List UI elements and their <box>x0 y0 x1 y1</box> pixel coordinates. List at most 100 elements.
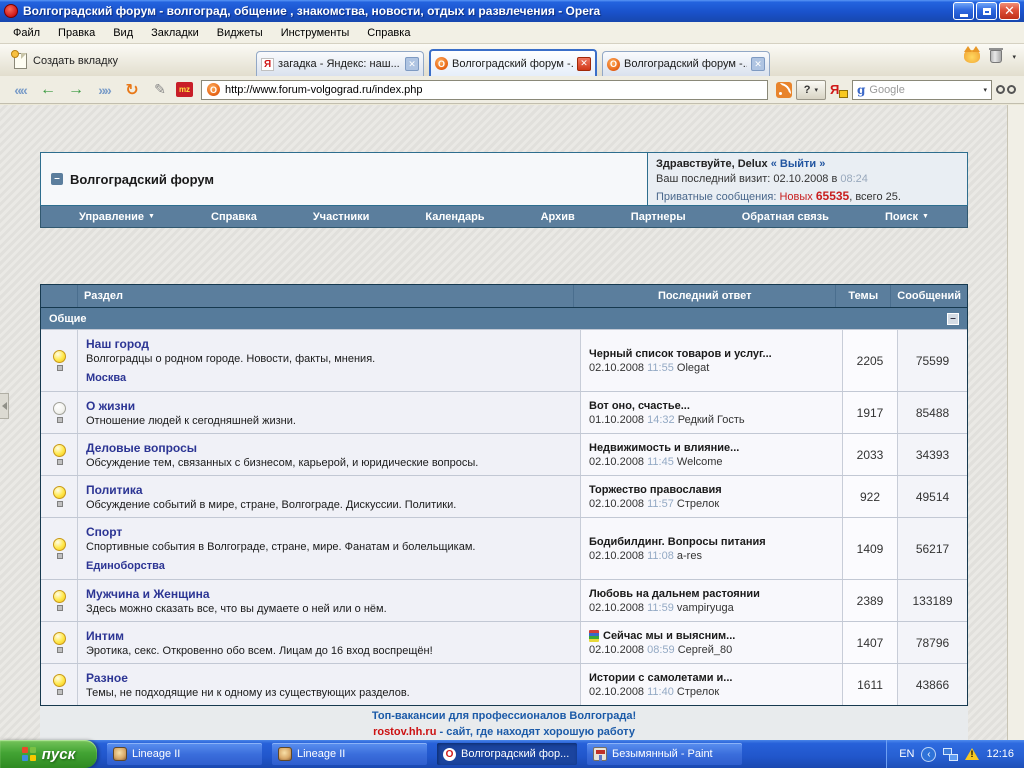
forum-cell: Разное Темы, не подходящие ни к одному и… <box>77 664 580 705</box>
nav-archive[interactable]: Архив <box>541 211 575 223</box>
forum-container: – Волгоградский форум Здравствуйте, Delu… <box>40 152 968 746</box>
last-post-cell: Черный список товаров и услуг... 02.10.2… <box>580 330 842 391</box>
back-button[interactable]: ← <box>36 79 60 101</box>
zoom-glasses-icon[interactable] <box>996 85 1016 94</box>
posts-count: 78796 <box>897 622 967 663</box>
new-tab-button[interactable]: Создать вкладку <box>6 47 126 75</box>
forum-link[interactable]: Деловые вопросы <box>86 441 572 455</box>
tab-close-icon[interactable]: ✕ <box>577 57 591 71</box>
dropdown-icon: ▼ <box>148 213 155 220</box>
forum-link[interactable]: О жизни <box>86 399 572 413</box>
menu-item-view[interactable]: Вид <box>104 24 142 42</box>
menu-item-file[interactable]: Файл <box>4 24 49 42</box>
subforum-link[interactable]: Единоборства <box>86 560 572 572</box>
rewind-button[interactable]: «« <box>8 79 32 101</box>
subforum-link[interactable]: Москва <box>86 372 572 384</box>
menu-item-help[interactable]: Справка <box>358 24 419 42</box>
help-button[interactable]: ? ▾ <box>796 80 826 100</box>
last-post-link[interactable]: Любовь на дальнем растоянии <box>589 588 760 600</box>
user-panel: Здравствуйте, Delux « Выйти » Ваш послед… <box>647 153 967 205</box>
close-button[interactable]: ✕ <box>999 2 1020 20</box>
titlebar: Волгоградский форум - волгоград, общение… <box>0 0 1024 22</box>
start-button[interactable]: пуск <box>0 740 97 768</box>
language-bar-icon[interactable]: ‹ <box>921 747 936 762</box>
url-input[interactable] <box>225 84 762 96</box>
page-content: – Волгоградский форум Здравствуйте, Delu… <box>0 105 1024 740</box>
nav-help[interactable]: Справка <box>211 211 257 223</box>
minimize-button[interactable] <box>953 2 974 20</box>
forum-description: Эротика, секс. Откровенно обо всем. Лица… <box>86 645 572 657</box>
forum-link[interactable]: Мужчина и Женщина <box>86 587 572 601</box>
forward-button[interactable]: → <box>64 79 88 101</box>
status-cell <box>41 580 77 621</box>
tab-close-icon[interactable]: ✕ <box>405 57 419 71</box>
nav-feedback[interactable]: Обратная связь <box>742 211 829 223</box>
posts-count: 43866 <box>897 664 967 705</box>
restore-button[interactable] <box>976 2 997 20</box>
tab-yandex[interactable]: Я загадка - Яндекс: наш... ✕ <box>256 51 424 76</box>
nav-calendar[interactable]: Календарь <box>425 211 484 223</box>
table-header: Раздел Последний ответ Темы Сообщений <box>41 285 967 307</box>
lightbulb-on-icon <box>52 444 67 465</box>
forum-link[interactable]: Политика <box>86 483 572 497</box>
forum-description: Обсуждение событий в мире, стране, Волго… <box>86 499 572 511</box>
search-box[interactable]: g Google ▾ <box>852 80 992 100</box>
menu-item-edit[interactable]: Правка <box>49 24 104 42</box>
taskbar-button-lineage1[interactable]: Lineage II <box>107 743 262 765</box>
collapse-category-icon[interactable]: – <box>947 313 959 325</box>
nav-partners[interactable]: Партнеры <box>631 211 686 223</box>
language-indicator[interactable]: EN <box>899 748 914 760</box>
status-cell <box>41 518 77 579</box>
opera-window: Волгоградский форум - волгоград, общение… <box>0 0 1024 768</box>
search-dropdown-icon[interactable]: ▾ <box>983 86 987 94</box>
nav-members[interactable]: Участники <box>313 211 370 223</box>
category-label: Общие <box>49 313 87 325</box>
table-row: О жизни Отношение людей к сегодняшней жи… <box>41 391 967 433</box>
logout-link[interactable]: « Выйти » <box>771 158 826 170</box>
panel-toggle-arrow[interactable] <box>0 393 9 419</box>
nav-management[interactable]: Управление▼ <box>79 211 155 223</box>
mz-extension-icon[interactable]: mz <box>176 82 193 97</box>
forum-link[interactable]: Интим <box>86 629 572 643</box>
tab-forum-active[interactable]: O Волгоградский форум -... ✕ <box>429 49 597 76</box>
forum-link[interactable]: Наш город <box>86 337 572 351</box>
warning-icon[interactable] <box>965 748 979 760</box>
trash-dropdown-icon[interactable]: ▾ <box>1012 53 1016 61</box>
last-post-link[interactable]: Бодибилдинг. Вопросы питания <box>589 536 766 548</box>
last-post-link[interactable]: Сейчас мы и выясним... <box>603 630 735 642</box>
edit-pencil-button[interactable]: ✎ <box>148 79 172 101</box>
menu-item-tools[interactable]: Инструменты <box>272 24 359 42</box>
taskbar-button-opera[interactable]: O Волгоградский фор... <box>437 743 577 765</box>
forum-description: Волгоградцы о родном городе. Новости, фа… <box>86 353 572 365</box>
trash-icon[interactable] <box>990 50 1002 63</box>
last-post-link[interactable]: Торжество православия <box>589 484 722 496</box>
last-post-link[interactable]: Истории с самолетами и... <box>589 672 732 684</box>
board-header: – Волгоградский форум Здравствуйте, Delu… <box>40 152 968 206</box>
table-row: Спорт Спортивные события в Волгограде, с… <box>41 517 967 579</box>
reload-button[interactable]: ↻ <box>120 79 144 101</box>
forum-link[interactable]: Спорт <box>86 525 572 539</box>
fast-forward-button[interactable]: »» <box>92 79 116 101</box>
tab-close-icon[interactable]: ✕ <box>751 57 765 71</box>
col-section: Раздел <box>77 285 573 307</box>
table-row: Политика Обсуждение событий в мире, стра… <box>41 475 967 517</box>
vertical-scrollbar[interactable] <box>1007 105 1024 740</box>
network-icon[interactable] <box>943 748 958 761</box>
tab-forum-2[interactable]: O Волгоградский форум -... ✕ <box>602 51 770 76</box>
last-post-cell: Торжество православия 02.10.2008 11:57 С… <box>580 476 842 517</box>
taskbar-button-lineage2[interactable]: Lineage II <box>272 743 427 765</box>
menu-item-widgets[interactable]: Виджеты <box>208 24 272 42</box>
forum-link[interactable]: Разное <box>86 671 572 685</box>
last-post-link[interactable]: Недвижимость и влияние... <box>589 442 739 454</box>
rss-icon[interactable] <box>776 82 792 98</box>
menu-item-bookmarks[interactable]: Закладки <box>142 24 208 42</box>
yandex-bar-icon[interactable]: Я <box>830 82 848 98</box>
last-post-link[interactable]: Черный список товаров и услуг... <box>589 348 772 360</box>
last-post-link[interactable]: Вот оно, счастье... <box>589 400 690 412</box>
goto-last-post-icon[interactable] <box>589 630 599 642</box>
collapse-board-icon[interactable]: – <box>51 173 63 185</box>
taskbar-button-paint[interactable]: Безымянный - Paint <box>587 743 742 765</box>
nav-search[interactable]: Поиск▼ <box>885 211 929 223</box>
ad-link[interactable]: rostov.hh.ru <box>373 726 436 738</box>
widgets-cat-icon[interactable] <box>964 50 980 63</box>
